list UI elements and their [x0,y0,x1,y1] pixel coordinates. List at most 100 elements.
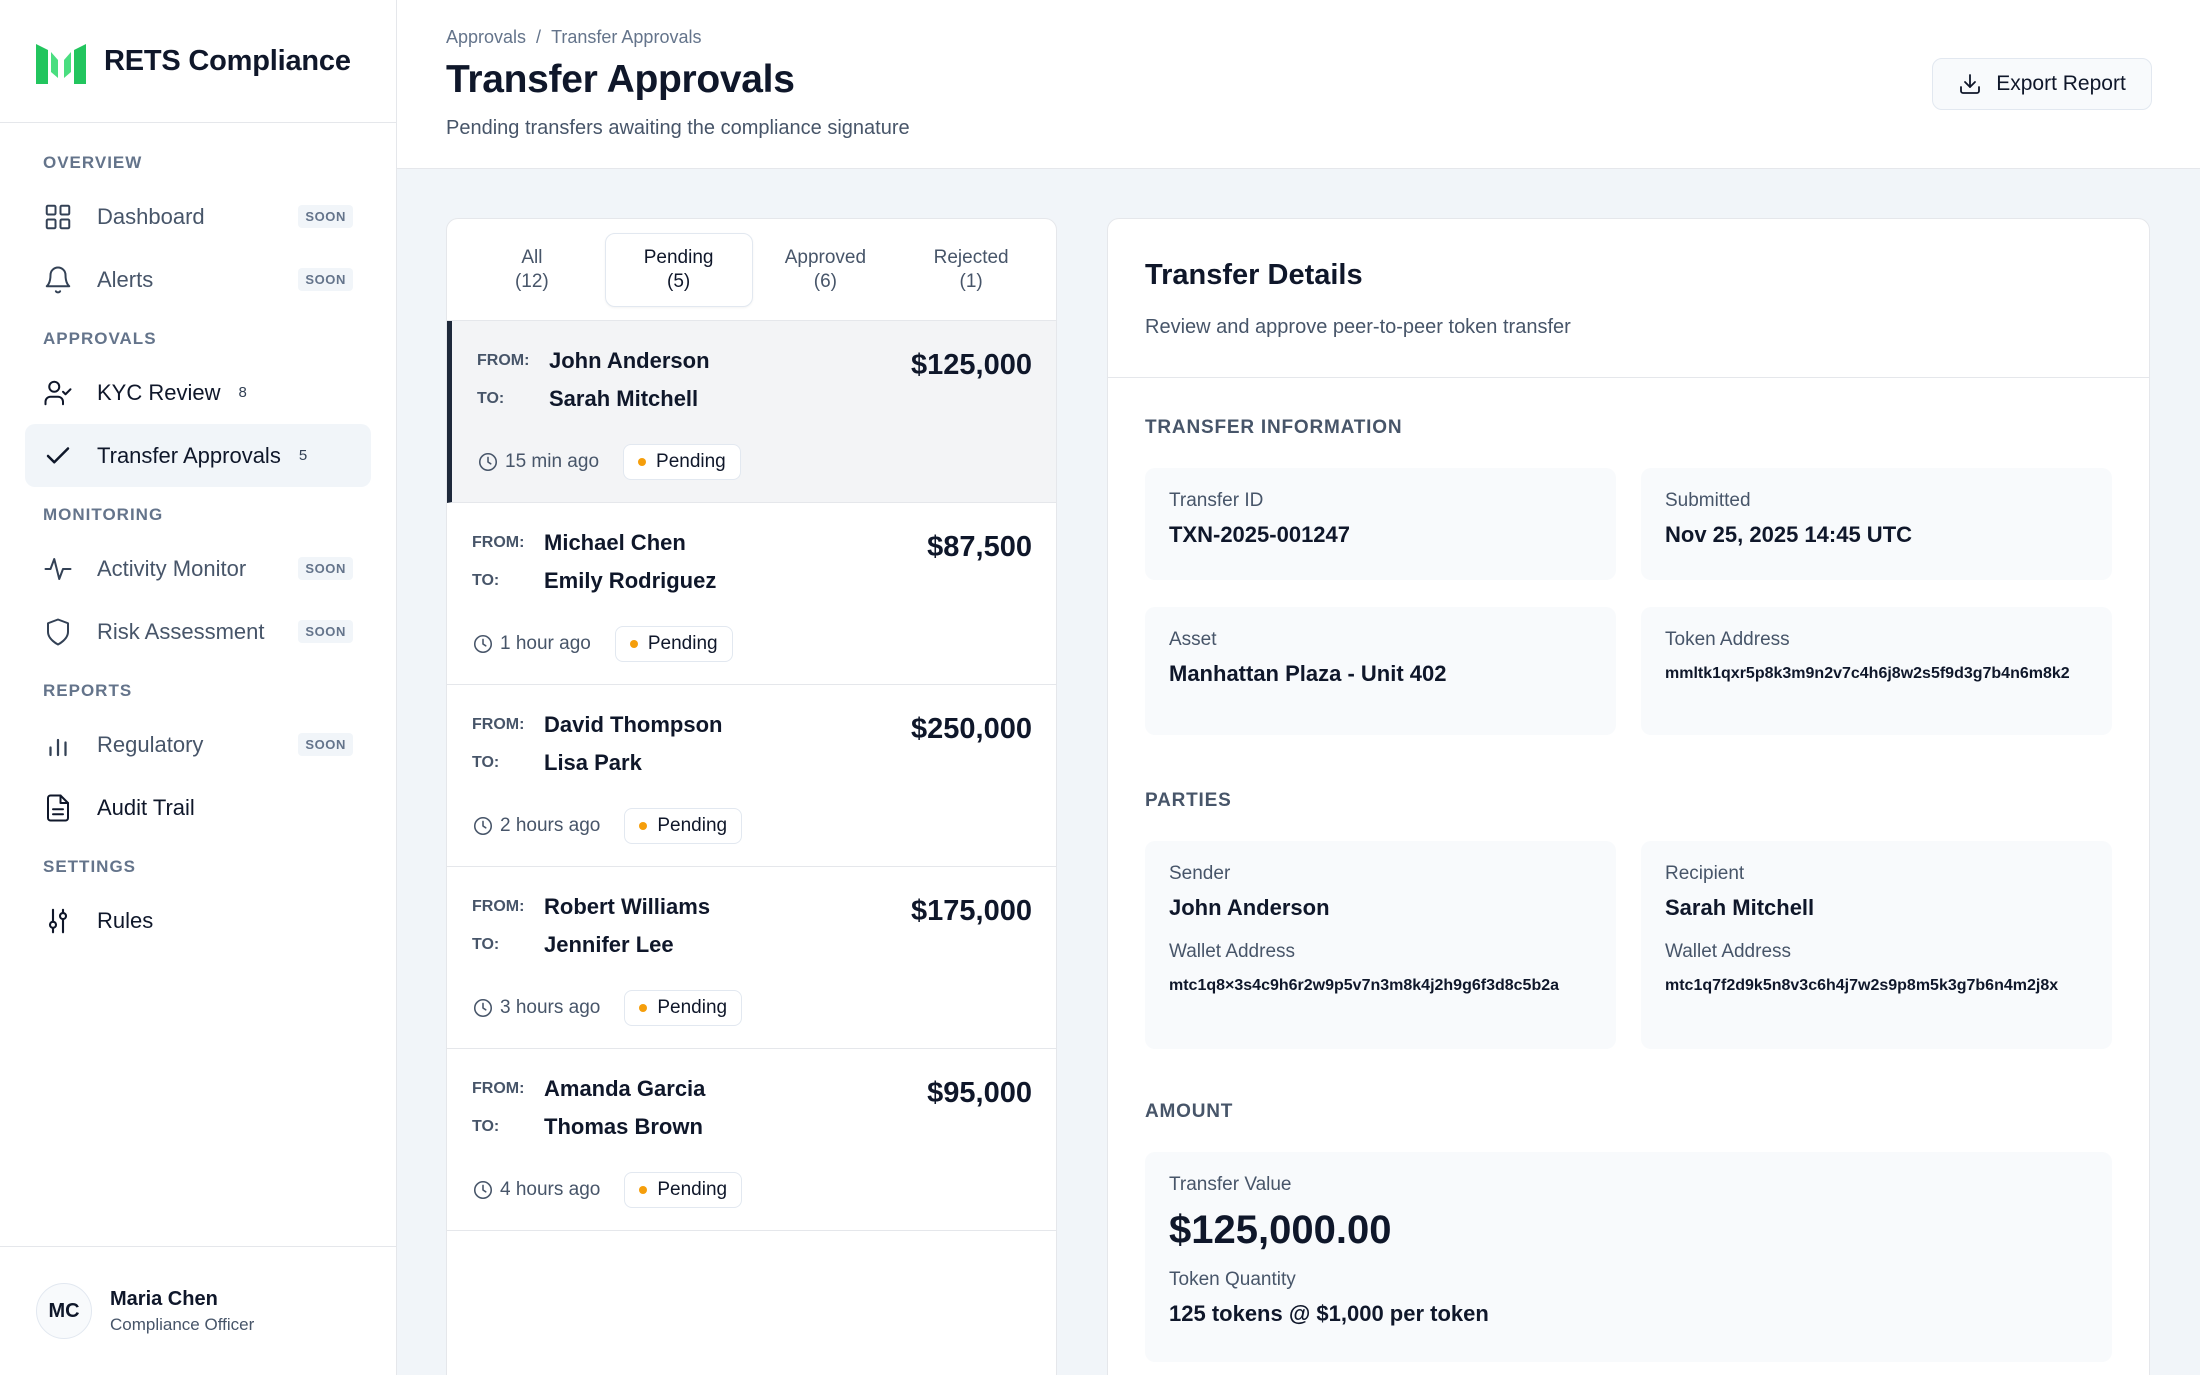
to-key: TO: [477,390,505,407]
transfer-list-item[interactable]: FROM: John Anderson TO: Sarah Mitchell $… [447,321,1056,503]
tab-count: (5) [667,270,691,292]
nav-heading: SETTINGS [43,857,137,876]
to-name: Emily Rodriguez [544,568,717,593]
sidebar-item-kyc-review[interactable]: KYC Review 8 [25,361,371,424]
to-key: TO: [472,936,500,953]
tab-approved[interactable]: Approved (6) [753,233,899,307]
from-row: FROM: John Anderson [477,348,710,374]
sender-card: Sender John Anderson Wallet Address mtc1… [1145,841,1616,1049]
transfer-meta: 3 hours ago Pending [472,990,743,1026]
amount-card: Transfer Value $125,000.00 Token Quantit… [1145,1152,2112,1362]
status-label: Pending [657,1179,728,1200]
transfer-list-item[interactable]: FROM: Robert Williams TO: Jennifer Lee $… [447,867,1056,1049]
asset-card: Asset Manhattan Plaza - Unit 402 [1145,607,1616,735]
sidebar-item-alerts[interactable]: Alerts SOON [25,248,371,311]
nav-heading: OVERVIEW [43,153,143,172]
transfer-value-label: Transfer Value [1169,1174,1292,1195]
section-heading-parties: PARTIES [1145,790,1232,811]
sender-wallet-label: Wallet Address [1169,941,1296,962]
sidebar: RETS Compliance OVERVIEW Dashboard SOON … [0,0,397,1375]
tab-pending[interactable]: Pending (5) [604,232,753,307]
status-label: Pending [657,815,728,836]
user-profile[interactable]: MC Maria Chen Compliance Officer [0,1246,396,1375]
brand-logo-icon [36,44,86,84]
from-key: FROM: [472,534,525,551]
transfer-time: 4 hours ago [500,1179,601,1200]
clock-icon [473,1180,493,1200]
count-badge: 5 [298,447,308,464]
from-row: FROM: Robert Williams [472,894,710,920]
breadcrumb-approvals[interactable]: Approvals [446,27,526,48]
status-dot [639,1186,648,1194]
to-row: TO: Sarah Mitchell [477,386,698,412]
from-name: Amanda Garcia [544,1076,706,1101]
avatar: MC [36,1283,92,1339]
sidebar-item-label: Risk Assessment [97,618,265,644]
page-header: Approvals / Transfer Approvals Transfer … [397,0,2200,169]
count-badge: 8 [238,384,247,401]
details-header: Transfer Details Review and approve peer… [1108,219,2149,378]
sidebar-item-risk-assessment[interactable]: Risk Assessment SOON [25,600,371,663]
status-badge: Pending [624,990,743,1026]
brand[interactable]: RETS Compliance [0,0,396,123]
from-name: Michael Chen [544,530,686,555]
transfer-id-label: Transfer ID [1169,490,1264,511]
sidebar-item-label: Rules [97,907,154,933]
tab-count: (12) [514,270,549,292]
nav-section-monitoring: MONITORING Activity Monitor SOON Risk As… [0,505,396,663]
transfer-list-item[interactable]: FROM: David Thompson TO: Lisa Park $250,… [447,685,1056,867]
bar-chart-icon [43,730,73,760]
from-row: FROM: Amanda Garcia [472,1076,705,1102]
export-report-label: Export Report [1996,72,2126,95]
sidebar-item-transfer-approvals[interactable]: Transfer Approvals 5 [25,424,371,487]
tab-all[interactable]: All (12) [459,233,605,307]
transfer-time: 3 hours ago [500,997,601,1018]
transfer-list-panel: All (12) Pending (5) Approved (6) Reject… [446,218,1057,1375]
status-dot [639,822,648,830]
activity-icon [43,554,73,584]
sender-label: Sender [1169,863,1231,884]
nav-heading: MONITORING [43,505,164,524]
status-dot [629,640,638,648]
sidebar-item-audit-trail[interactable]: Audit Trail [25,776,371,839]
transfer-amount: $87,500 [927,531,1032,563]
transfer-time: 15 min ago [505,451,600,472]
tab-rejected[interactable]: Rejected (1) [898,233,1044,307]
nav-heading: REPORTS [43,681,133,700]
sidebar-item-label: Dashboard [97,203,205,229]
tab-label: All [521,246,543,268]
transfer-list-item[interactable]: FROM: Michael Chen TO: Emily Rodriguez $… [447,503,1056,685]
clock-icon [473,816,493,836]
to-name: Thomas Brown [544,1114,703,1139]
to-name: Jennifer Lee [544,932,674,957]
file-text-icon [43,793,73,823]
sidebar-item-activity-monitor[interactable]: Activity Monitor SOON [25,537,371,600]
transfer-id-value: TXN-2025-001247 [1169,522,1351,547]
nav-section-overview: OVERVIEW Dashboard SOON Alerts SOON [0,153,396,311]
soon-badge: SOON [298,268,353,291]
export-report-button[interactable]: Export Report [1932,58,2152,110]
transfer-meta: 15 min ago Pending [477,444,741,480]
status-badge: Pending [624,1172,743,1208]
from-key: FROM: [472,898,525,915]
transfer-value: $125,000.00 [1169,1208,1392,1252]
token-address-card: Token Address mmltk1qxr5p8k3m9n2v7c4h6j8… [1641,607,2112,735]
soon-badge: SOON [298,557,353,580]
sidebar-item-label: KYC Review [97,379,221,405]
page-subtitle: Pending transfers awaiting the complianc… [446,117,910,139]
transfer-list-item[interactable]: FROM: Amanda Garcia TO: Thomas Brown $95… [447,1049,1056,1231]
submitted-label: Submitted [1665,490,1751,511]
status-badge: Pending [624,808,743,844]
sidebar-item-rules[interactable]: Rules [25,889,371,952]
from-key: FROM: [477,352,530,369]
nav-section-approvals: APPROVALS KYC Review 8 Transfer Approval… [0,329,396,487]
sidebar-item-regulatory[interactable]: Regulatory SOON [25,713,371,776]
shield-icon [43,617,73,647]
tab-label: Approved [784,246,867,268]
status-badge: Pending [623,444,741,480]
from-name: Robert Williams [544,894,711,919]
details-subtitle: Review and approve peer-to-peer token tr… [1145,316,1571,338]
sidebar-item-dashboard[interactable]: Dashboard SOON [25,185,371,248]
from-name: John Anderson [549,348,710,373]
recipient-wallet-label: Wallet Address [1665,941,1792,962]
